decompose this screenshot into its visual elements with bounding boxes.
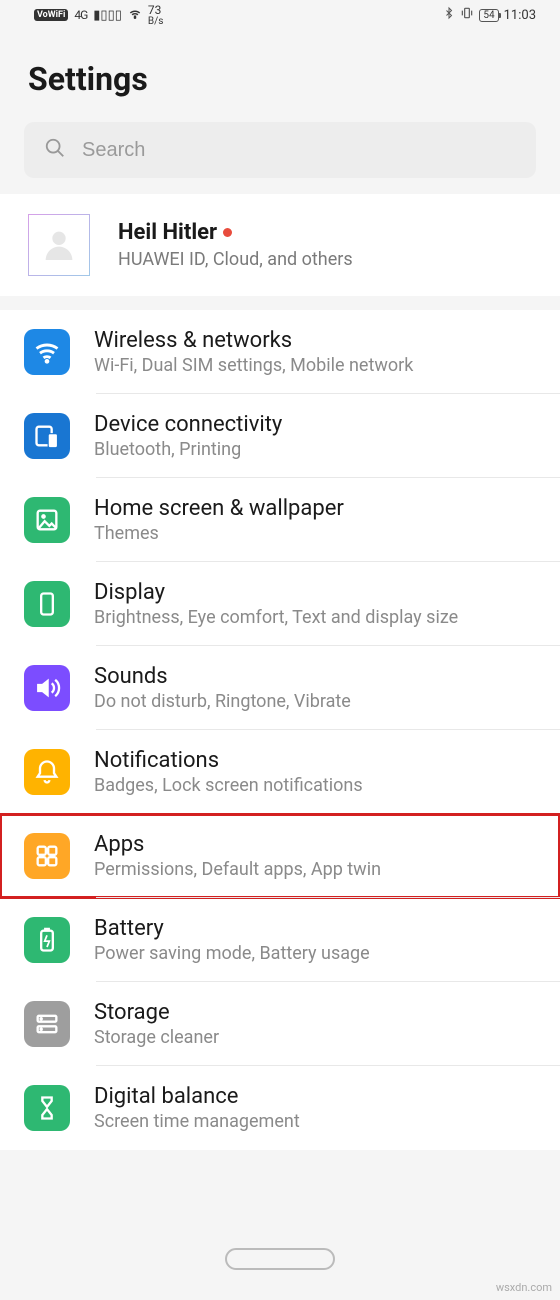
setting-text: Battery Power saving mode, Battery usage (94, 916, 560, 964)
setting-subtitle: Badges, Lock screen notifications (94, 775, 552, 796)
settings-list: Wireless & networks Wi-Fi, Dual SIM sett… (0, 310, 560, 1150)
bell-icon (24, 749, 70, 795)
setting-title: Apps (94, 832, 552, 857)
profile-subtitle: HUAWEI ID, Cloud, and others (118, 249, 536, 270)
setting-subtitle: Wi-Fi, Dual SIM settings, Mobile network (94, 355, 552, 376)
setting-title: Digital balance (94, 1084, 552, 1109)
setting-subtitle: Screen time management (94, 1111, 552, 1132)
setting-row-sounds[interactable]: Sounds Do not disturb, Ringtone, Vibrate (0, 646, 560, 730)
setting-subtitle: Permissions, Default apps, App twin (94, 859, 552, 880)
setting-row-apps[interactable]: Apps Permissions, Default apps, App twin (0, 814, 560, 898)
setting-row-home-screen-wallpaper[interactable]: Home screen & wallpaper Themes (0, 478, 560, 562)
setting-title: Battery (94, 916, 552, 941)
battery-icon (24, 917, 70, 963)
setting-subtitle: Brightness, Eye comfort, Text and displa… (94, 607, 552, 628)
search-bar[interactable] (24, 122, 536, 178)
setting-title: Device connectivity (94, 412, 552, 437)
setting-row-display[interactable]: Display Brightness, Eye comfort, Text an… (0, 562, 560, 646)
notification-dot-icon (223, 228, 232, 237)
setting-title: Wireless & networks (94, 328, 552, 353)
display-icon (24, 581, 70, 627)
avatar (28, 214, 90, 276)
setting-text: Device connectivity Bluetooth, Printing (94, 412, 560, 460)
setting-title: Home screen & wallpaper (94, 496, 552, 521)
nav-pill[interactable] (225, 1248, 335, 1270)
setting-text: Home screen & wallpaper Themes (94, 496, 560, 544)
wifi-status-icon (128, 6, 142, 24)
setting-row-battery[interactable]: Battery Power saving mode, Battery usage (0, 898, 560, 982)
clock: 11:03 (504, 8, 536, 23)
setting-row-device-connectivity[interactable]: Device connectivity Bluetooth, Printing (0, 394, 560, 478)
setting-text: Display Brightness, Eye comfort, Text an… (94, 580, 560, 628)
setting-text: Notifications Badges, Lock screen notifi… (94, 748, 560, 796)
setting-subtitle: Do not disturb, Ringtone, Vibrate (94, 691, 552, 712)
status-bar: VoWiFi 4G ▮▯▯▯ 73B/s 54 11:03 (0, 0, 560, 30)
search-input[interactable] (82, 139, 516, 162)
network-speed: 73B/s (148, 4, 164, 27)
setting-text: Storage Storage cleaner (94, 1000, 560, 1048)
setting-subtitle: Bluetooth, Printing (94, 439, 552, 460)
setting-title: Notifications (94, 748, 552, 773)
setting-title: Display (94, 580, 552, 605)
bluetooth-icon (443, 6, 455, 24)
page-title: Settings (0, 30, 560, 122)
setting-row-storage[interactable]: Storage Storage cleaner (0, 982, 560, 1066)
setting-row-digital-balance[interactable]: Digital balance Screen time management (0, 1066, 560, 1150)
sound-icon (24, 665, 70, 711)
profile-text: Heil Hitler HUAWEI ID, Cloud, and others (118, 220, 536, 270)
setting-text: Apps Permissions, Default apps, App twin (94, 832, 560, 880)
wifi-icon (24, 329, 70, 375)
profile-row[interactable]: Heil Hitler HUAWEI ID, Cloud, and others (0, 194, 560, 296)
setting-row-notifications[interactable]: Notifications Badges, Lock screen notifi… (0, 730, 560, 814)
battery-indicator: 54 (479, 9, 498, 22)
vibrate-icon (460, 6, 474, 24)
device-icon (24, 413, 70, 459)
signal-bars-icon: ▮▯▯▯ (93, 8, 122, 23)
status-left: VoWiFi 4G ▮▯▯▯ 73B/s (34, 4, 163, 27)
section-gap (0, 296, 560, 310)
hourglass-icon (24, 1085, 70, 1131)
watermark: wsxdn.com (496, 1281, 552, 1294)
setting-title: Storage (94, 1000, 552, 1025)
setting-subtitle: Themes (94, 523, 552, 544)
status-right: 54 11:03 (443, 6, 536, 24)
setting-text: Wireless & networks Wi-Fi, Dual SIM sett… (94, 328, 560, 376)
wallpaper-icon (24, 497, 70, 543)
profile-name: Heil Hitler (118, 220, 536, 245)
setting-subtitle: Storage cleaner (94, 1027, 552, 1048)
vowifi-badge: VoWiFi (34, 9, 68, 21)
search-icon (44, 137, 66, 163)
setting-text: Sounds Do not disturb, Ringtone, Vibrate (94, 664, 560, 712)
storage-icon (24, 1001, 70, 1047)
setting-text: Digital balance Screen time management (94, 1084, 560, 1132)
network-indicator: 4G (74, 8, 87, 22)
setting-subtitle: Power saving mode, Battery usage (94, 943, 552, 964)
setting-row-wireless-networks[interactable]: Wireless & networks Wi-Fi, Dual SIM sett… (0, 310, 560, 394)
setting-title: Sounds (94, 664, 552, 689)
apps-icon (24, 833, 70, 879)
